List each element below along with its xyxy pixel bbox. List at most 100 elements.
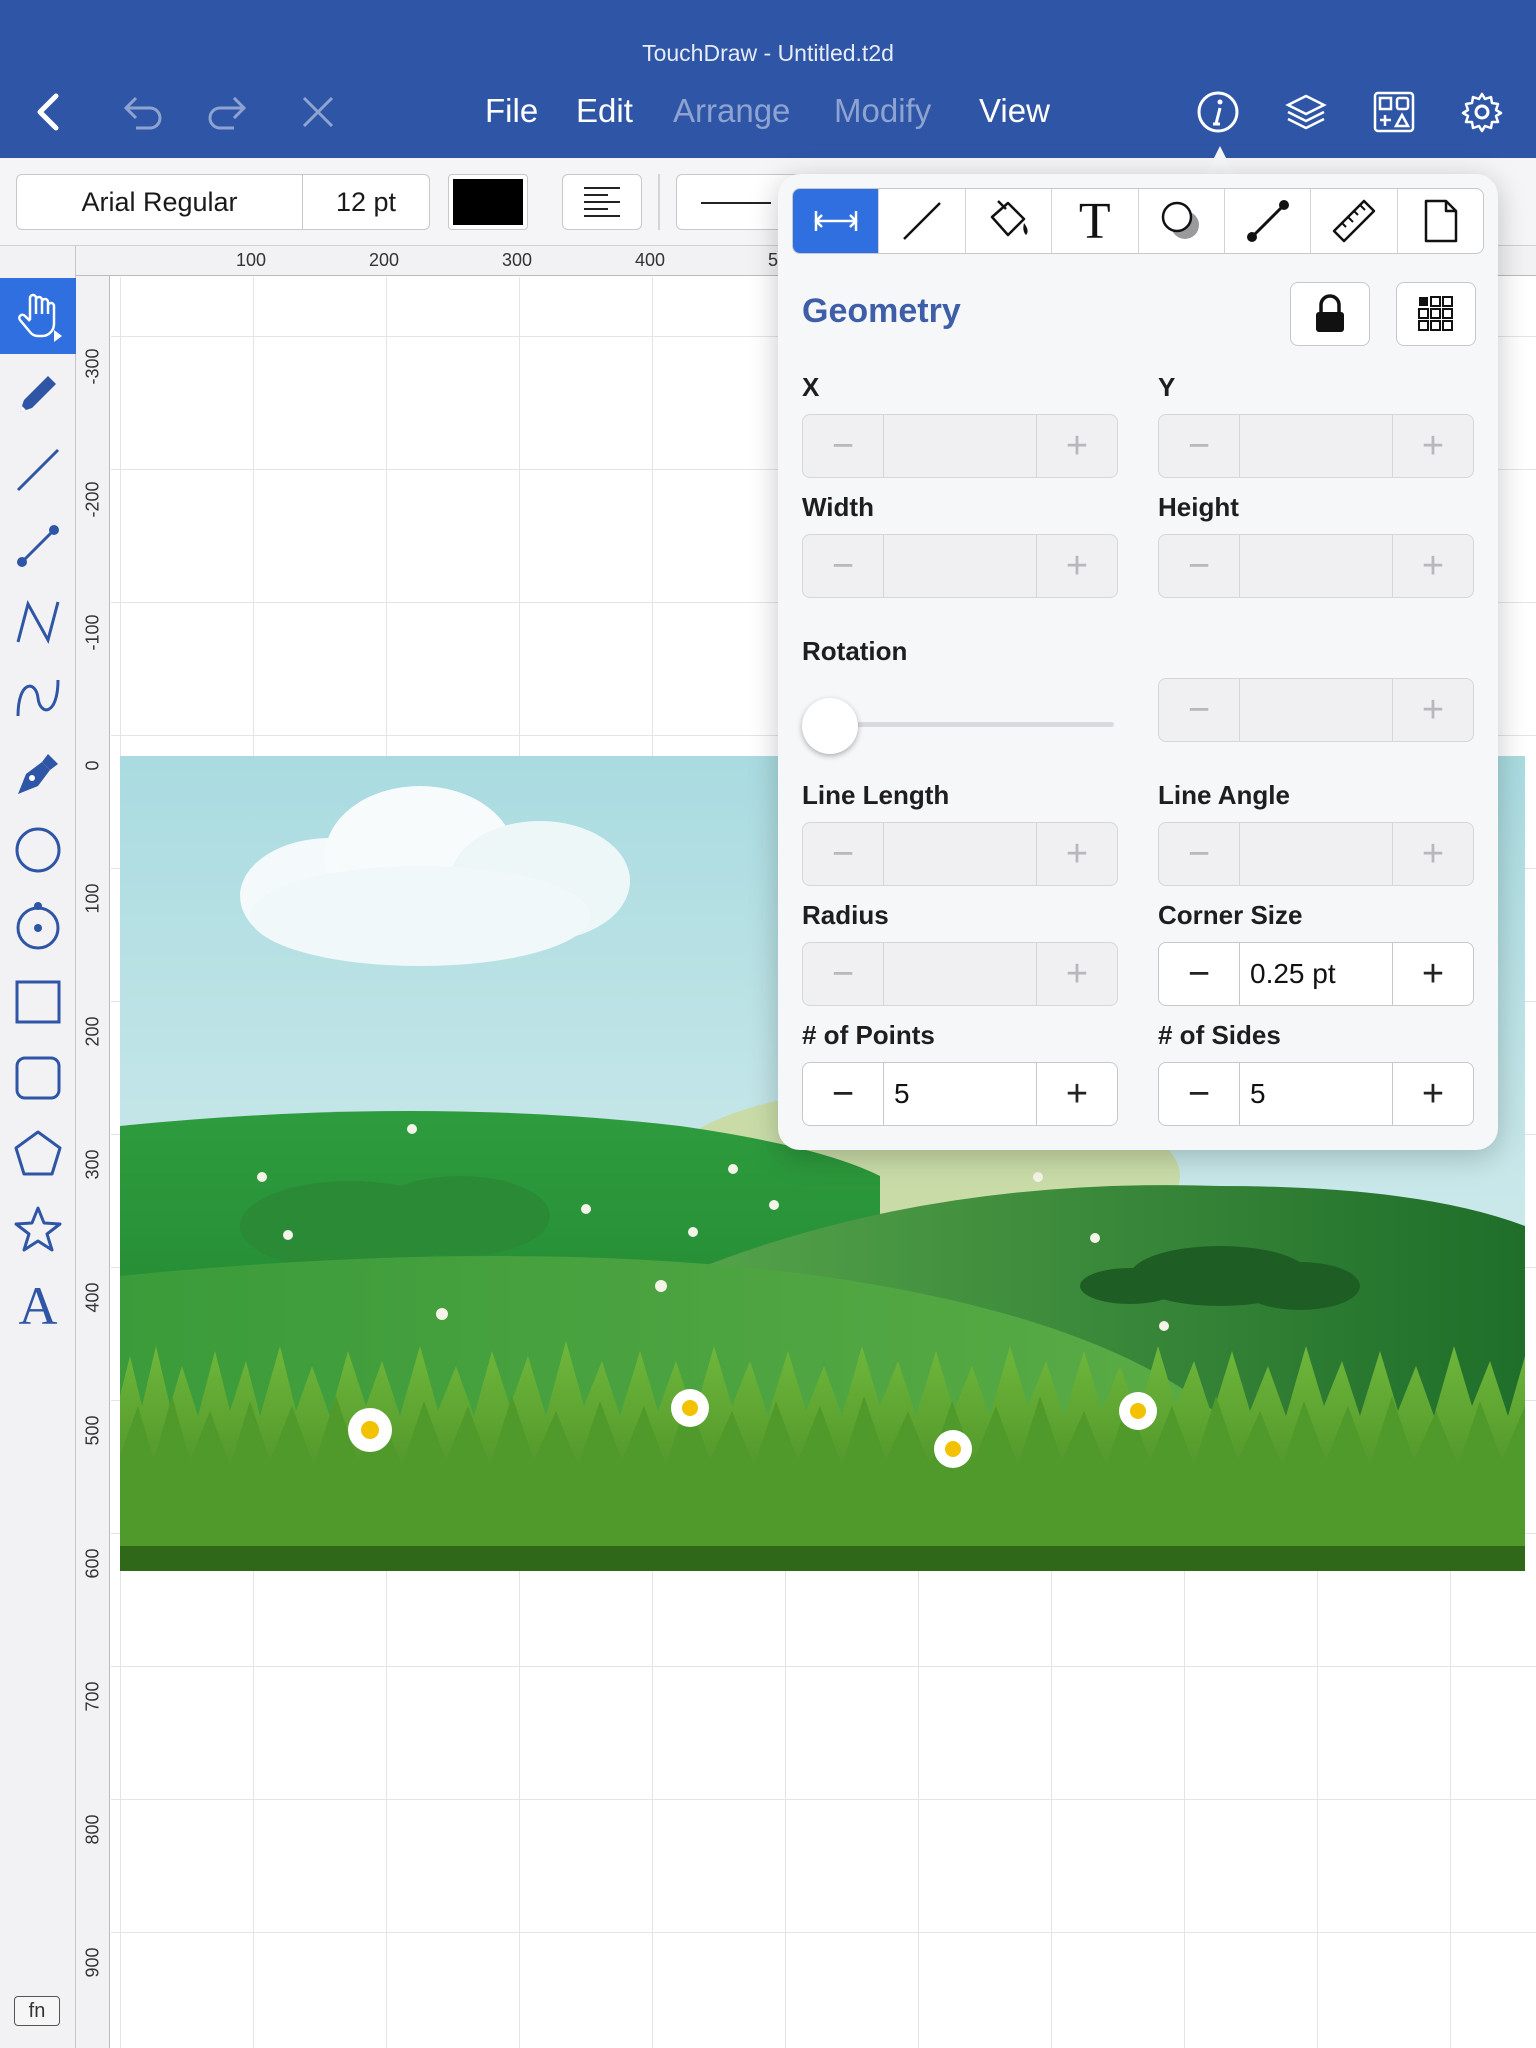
tool-circle-center[interactable]	[0, 888, 76, 964]
radius-increment-button[interactable]: +	[1037, 943, 1117, 1005]
font-selector[interactable]: Arial Regular 12 pt	[16, 174, 430, 230]
stroke-color-swatch[interactable]	[448, 174, 528, 230]
y-increment-button[interactable]: +	[1393, 415, 1473, 477]
width-increment-button[interactable]: +	[1037, 535, 1117, 597]
settings-button[interactable]	[1454, 84, 1510, 140]
tab-connector[interactable]	[1225, 189, 1312, 253]
rotation-label: Rotation	[802, 636, 908, 666]
x-increment-button[interactable]: +	[1037, 415, 1117, 477]
rotation-increment-button[interactable]: +	[1393, 679, 1473, 741]
stencils-button[interactable]	[1366, 84, 1422, 140]
tool-pen[interactable]	[0, 736, 76, 812]
popover-arrow	[1206, 146, 1234, 174]
height-decrement-button[interactable]: −	[1159, 535, 1239, 597]
window-title: TouchDraw - Untitled.t2d	[642, 40, 894, 66]
title-bar: TouchDraw - Untitled.t2d File Edit Arran…	[0, 0, 1536, 158]
tab-measure[interactable]	[1311, 189, 1398, 253]
sides-decrement-button[interactable]: −	[1159, 1063, 1239, 1125]
circle-icon	[15, 827, 61, 873]
info-button[interactable]	[1190, 84, 1246, 140]
tool-line[interactable]	[0, 432, 76, 508]
pencil-icon	[20, 376, 56, 412]
hand-pointer-icon	[18, 293, 62, 342]
menu-modify[interactable]: Modify	[834, 92, 931, 130]
font-size[interactable]: 12 pt	[303, 175, 429, 229]
tool-pencil[interactable]	[0, 356, 76, 432]
tab-page[interactable]	[1398, 189, 1483, 253]
rotation-slider[interactable]	[802, 694, 1114, 754]
font-name[interactable]: Arial Regular	[17, 175, 303, 229]
back-button[interactable]	[22, 84, 78, 140]
corner-size-stepper: − 0.25 pt +	[1158, 942, 1474, 1006]
ruler-label: -100	[82, 614, 103, 651]
line-angle-field[interactable]	[1239, 823, 1393, 885]
height-increment-button[interactable]: +	[1393, 535, 1473, 597]
undo-button[interactable]	[114, 84, 170, 140]
menu-arrange[interactable]: Arrange	[673, 92, 790, 130]
width-decrement-button[interactable]: −	[803, 535, 883, 597]
fn-button[interactable]: fn	[14, 1996, 60, 2026]
sides-increment-button[interactable]: +	[1393, 1063, 1473, 1125]
points-increment-button[interactable]: +	[1037, 1063, 1117, 1125]
rectangle-icon	[15, 980, 61, 1024]
line-length-increment-button[interactable]: +	[1037, 823, 1117, 885]
rotation-field[interactable]	[1239, 679, 1393, 741]
corner-size-field[interactable]: 0.25 pt	[1239, 943, 1393, 1005]
polyline-icon	[16, 600, 60, 644]
ruler-label: 200	[369, 250, 400, 270]
tool-polyline[interactable]	[0, 584, 76, 660]
line-angle-increment-button[interactable]: +	[1393, 823, 1473, 885]
x-decrement-button[interactable]: −	[803, 415, 883, 477]
layers-button[interactable]	[1278, 84, 1334, 140]
tab-fill[interactable]	[966, 189, 1053, 253]
redo-button[interactable]	[200, 84, 256, 140]
tool-circle[interactable]	[0, 812, 76, 888]
radius-stepper: − +	[802, 942, 1118, 1006]
tool-connector[interactable]	[0, 508, 76, 584]
rotation-stepper: − +	[1158, 678, 1474, 742]
text-align-button[interactable]	[562, 174, 642, 230]
tool-curve[interactable]	[0, 660, 76, 736]
tab-line[interactable]	[879, 189, 966, 253]
tool-star[interactable]	[0, 1192, 76, 1268]
corner-size-decrement-button[interactable]: −	[1159, 943, 1239, 1005]
delete-button[interactable]	[290, 84, 346, 140]
corner-size-increment-button[interactable]: +	[1393, 943, 1473, 1005]
tab-geometry[interactable]	[793, 189, 880, 253]
tool-rectangle[interactable]	[0, 964, 76, 1040]
line-style-icon	[903, 202, 941, 240]
line-angle-decrement-button[interactable]: −	[1159, 823, 1239, 885]
points-decrement-button[interactable]: −	[803, 1063, 883, 1125]
y-field[interactable]	[1239, 415, 1393, 477]
vertical-ruler: -300 -200 -100 0 100 200 300 400 500 600…	[76, 276, 110, 2048]
lock-button[interactable]	[1290, 282, 1370, 346]
tool-select[interactable]	[0, 278, 76, 354]
radius-decrement-button[interactable]: −	[803, 943, 883, 1005]
slider-knob[interactable]	[802, 698, 858, 754]
rotation-decrement-button[interactable]: −	[1159, 679, 1239, 741]
height-field[interactable]	[1239, 535, 1393, 597]
menu-edit[interactable]: Edit	[576, 92, 633, 130]
tool-palette: A	[0, 246, 76, 2048]
tool-text[interactable]: A	[0, 1268, 76, 1344]
sides-field[interactable]: 5	[1239, 1063, 1393, 1125]
y-decrement-button[interactable]: −	[1159, 415, 1239, 477]
toolbar-divider	[658, 174, 660, 230]
width-stepper: − +	[802, 534, 1118, 598]
anchor-grid-button[interactable]	[1396, 282, 1476, 346]
layers-icon	[1285, 94, 1327, 130]
points-field[interactable]: 5	[883, 1063, 1037, 1125]
line-length-field[interactable]	[883, 823, 1037, 885]
tab-text[interactable]: T	[1052, 189, 1139, 253]
width-field[interactable]	[883, 535, 1037, 597]
radius-field[interactable]	[883, 943, 1037, 1005]
tab-shadow[interactable]	[1139, 189, 1225, 253]
menu-view[interactable]: View	[979, 92, 1050, 130]
tool-polygon[interactable]	[0, 1116, 76, 1192]
tool-rounded-rectangle[interactable]	[0, 1040, 76, 1116]
line-length-decrement-button[interactable]: −	[803, 823, 883, 885]
x-field[interactable]	[883, 415, 1037, 477]
line-length-stepper: − +	[802, 822, 1118, 886]
points-label: # of Points	[802, 1020, 935, 1050]
menu-file[interactable]: File	[485, 92, 538, 130]
